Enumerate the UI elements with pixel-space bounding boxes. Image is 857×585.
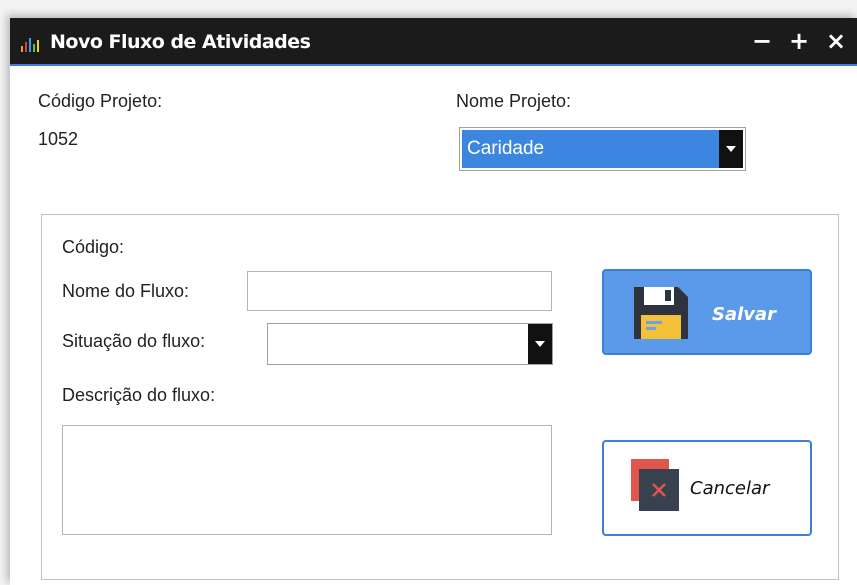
flow-status-select[interactable]: [267, 323, 553, 365]
cancel-x-icon: [631, 459, 679, 511]
chevron-down-icon[interactable]: [719, 130, 743, 168]
save-button[interactable]: Salvar: [602, 269, 812, 355]
window-title: Novo Fluxo de Atividades: [50, 31, 311, 53]
project-code-label: Código Projeto:: [38, 91, 163, 111]
project-name-selected: Caridade: [462, 130, 719, 168]
maximize-button[interactable]: +: [789, 26, 809, 56]
cancel-button-label: Cancelar: [690, 478, 770, 499]
project-name-label: Nome Projeto:: [456, 91, 572, 111]
chevron-down-icon[interactable]: [528, 324, 552, 364]
flow-description-textarea[interactable]: [62, 425, 552, 535]
flow-name-input[interactable]: [247, 271, 552, 311]
close-button[interactable]: ×: [826, 26, 846, 56]
floppy-disk-icon: [634, 287, 688, 339]
title-bar[interactable]: Novo Fluxo de Atividades − + ×: [10, 18, 857, 66]
flow-name-label: Nome do Fluxo:: [62, 281, 190, 301]
project-code-value: 1052: [38, 129, 79, 149]
dialog-window: Novo Fluxo de Atividades − + × Código Pr…: [10, 18, 857, 585]
cancel-button[interactable]: Cancelar: [602, 440, 812, 536]
flow-description-label: Descrição do fluxo:: [62, 385, 216, 405]
save-button-label: Salvar: [712, 304, 777, 325]
flow-status-label: Situação do fluxo:: [62, 331, 206, 351]
flow-code-label: Código:: [62, 237, 125, 257]
bar-chart-icon: [21, 38, 39, 52]
project-name-select[interactable]: Caridade: [459, 127, 746, 171]
minimize-button[interactable]: −: [752, 26, 772, 56]
